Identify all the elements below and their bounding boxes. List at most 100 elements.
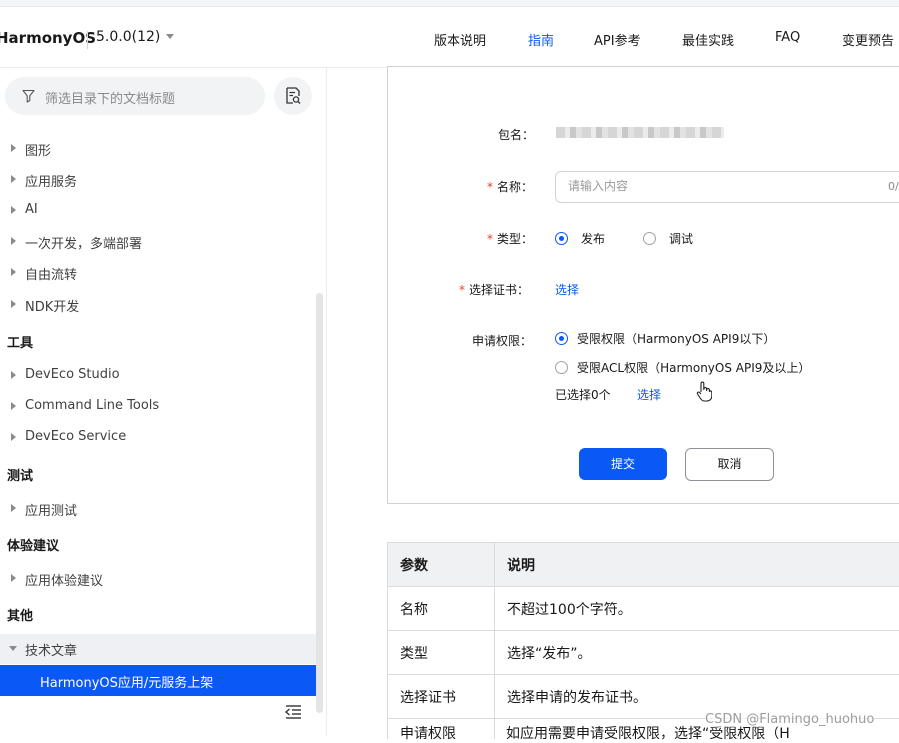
table-cell: 选择“发布”。 [495,631,899,675]
name-label: *名称： [487,178,533,195]
sidebar-item-graphics[interactable]: 图形 [0,134,316,164]
section-title-other: 其他 [7,605,33,624]
doc-search-button[interactable] [274,77,312,115]
sidebar-item-multi-device[interactable]: 一次开发，多端部署 [0,227,316,257]
package-name-blurred [556,127,724,138]
perm-restricted-label[interactable]: 受限权限（HarmonyOS API9以下） [577,330,775,347]
table-header-cell: 说明 [495,543,899,587]
sidebar-item-app-services[interactable]: 应用服务 [0,165,316,195]
sidebar-item-label: 应用测试 [25,500,77,519]
nav-release-notes[interactable]: 版本说明 [434,30,486,49]
nav-guide[interactable]: 指南 [528,30,554,49]
table-cell: 选择证书 [388,675,495,719]
sidebar-item-label: NDK开发 [25,296,79,315]
type-debug-radio[interactable] [643,232,656,245]
section-title-experience: 体验建议 [7,535,59,554]
table-row: 类型 选择“发布”。 [388,631,899,675]
perm-restricted-radio[interactable] [555,332,568,345]
chevron-down-icon [9,646,17,651]
main-content: 包名： *名称： 0/ *类型： 发布 调试 *选择证书： 选择 申请权限： 受… [327,68,899,736]
sidebar-item-ndk[interactable]: NDK开发 [0,290,316,320]
required-asterisk: * [459,283,465,297]
sidebar-scrollbar[interactable] [316,293,323,713]
header-divider [87,31,88,49]
brand-name[interactable]: HarmonyOS [0,29,96,47]
chevron-right-icon [11,206,16,214]
sidebar-item-ai[interactable]: AI [0,196,316,226]
filter-icon [22,89,35,103]
table-cell: 类型 [388,631,495,675]
parameter-table: 参数 说明 名称 不超过100个字符。 类型 选择“发布”。 选择证书 选择申请… [387,542,899,719]
sidebar-item-label: HarmonyOS应用/元服务上架 [40,672,213,691]
nav-change-notices[interactable]: 变更预告 [842,30,894,49]
sidebar-item-label: 应用服务 [25,171,77,190]
perm-acl-radio[interactable] [555,361,568,374]
sidebar-item-label: AI [25,202,38,217]
chevron-right-icon [11,574,16,582]
name-input[interactable] [566,178,820,194]
sidebar-item-harmonyos-app-release[interactable]: HarmonyOS应用/元服务上架 [0,665,316,696]
chevron-right-icon [11,300,16,308]
chevron-right-icon [11,144,16,152]
chevron-right-icon [11,504,16,512]
perm-acl-label[interactable]: 受限ACL权限（HarmonyOS API9及以上） [577,359,810,376]
permission-label: 申请权限： [472,332,532,349]
sidebar-item-free-flow[interactable]: 自由流转 [0,258,316,288]
sidebar: 筛选目录下的文档标题 图形 应用服务 AI 一次开发，多端部署 自由流转 NDK… [0,68,327,736]
type-release-label[interactable]: 发布 [581,230,605,247]
chevron-right-icon [11,433,16,441]
version-selector[interactable]: 5.0.0(12) [96,29,160,45]
table-row: 名称 不超过100个字符。 [388,587,899,631]
package-label: 包名： [498,126,534,143]
nav-api-reference[interactable]: API参考 [594,30,641,49]
required-asterisk: * [487,232,493,246]
table-header-row: 参数 说明 [388,543,899,587]
chevron-right-icon [11,175,16,183]
sidebar-item-label: 应用体验建议 [25,570,103,589]
sidebar-item-label: 自由流转 [25,264,77,283]
sidebar-item-label: 技术文章 [25,640,77,659]
nav-faq[interactable]: FAQ [775,30,800,45]
browser-top-strip [0,0,899,7]
top-header: HarmonyOS 5.0.0(12) 版本说明 指南 API参考 最佳实践 F… [0,7,899,68]
hand-cursor-icon [696,381,712,403]
type-label: *类型： [487,230,533,247]
chevron-right-icon [11,402,16,410]
table-cell: 不超过100个字符。 [495,587,899,631]
sidebar-item-label: DevEco Service [25,429,126,444]
release-form-screenshot: 包名： *名称： 0/ *类型： 发布 调试 *选择证书： 选择 申请权限： 受… [387,66,899,504]
sidebar-item-app-experience[interactable]: 应用体验建议 [0,564,316,594]
watermark: CSDN @Flamingo_huohuo [705,712,874,727]
required-asterisk: * [487,180,493,194]
sidebar-item-label: Command Line Tools [25,398,159,413]
document-search-icon [285,87,301,105]
type-release-radio[interactable] [555,232,568,245]
chevron-down-icon[interactable] [166,34,174,39]
cert-label: *选择证书： [459,281,529,298]
selected-count: 已选择0个 [555,386,611,403]
sidebar-item-label: DevEco Studio [25,367,120,382]
table-divider [494,719,495,739]
sidebar-item-command-line-tools[interactable]: Command Line Tools [0,392,316,422]
nav-best-practices[interactable]: 最佳实践 [682,30,734,49]
chevron-right-icon [11,268,16,276]
table-cell: 申请权限 [400,723,456,743]
sidebar-item-tech-articles[interactable]: 技术文章 [0,634,316,664]
chevron-right-icon [11,371,16,379]
section-title-test: 测试 [7,465,33,484]
sidebar-filter-input[interactable]: 筛选目录下的文档标题 [5,77,265,115]
cancel-button[interactable]: 取消 [685,448,774,481]
sidebar-item-label: 一次开发，多端部署 [25,233,142,252]
select-cert-link[interactable]: 选择 [555,281,579,298]
section-title-tools: 工具 [7,332,33,351]
sidebar-item-deveco-service[interactable]: DevEco Service [0,423,316,453]
submit-button[interactable]: 提交 [579,448,667,480]
sidebar-item-app-testing[interactable]: 应用测试 [0,494,316,524]
type-debug-label[interactable]: 调试 [669,230,693,247]
chevron-right-icon [11,237,16,245]
char-counter: 0/ [888,180,899,193]
select-permission-link[interactable]: 选择 [637,386,661,403]
collapse-sidebar-icon[interactable] [284,704,302,720]
sidebar-item-deveco-studio[interactable]: DevEco Studio [0,361,316,391]
name-field[interactable]: 0/ [555,171,899,203]
